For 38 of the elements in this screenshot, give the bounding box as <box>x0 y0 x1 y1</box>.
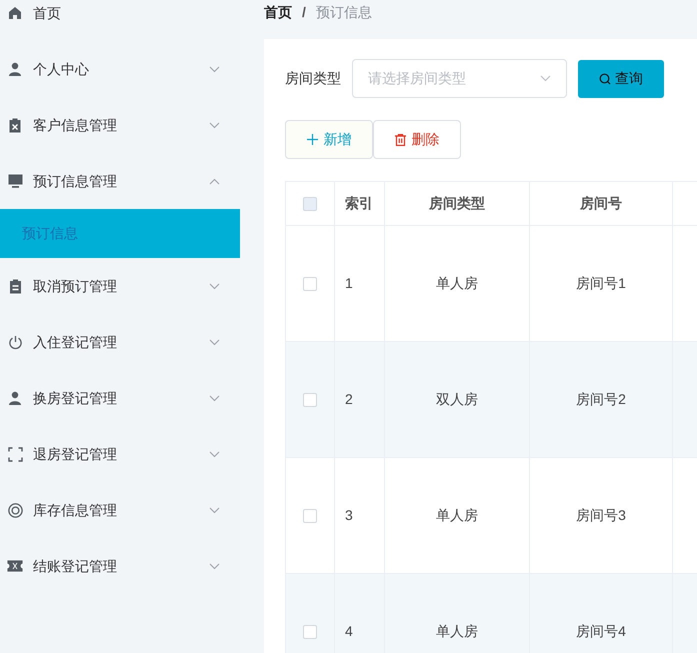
table-cell: 4 <box>335 574 385 653</box>
checkbox[interactable] <box>303 196 317 210</box>
clipboard-icon <box>8 118 22 132</box>
home-icon <box>8 6 22 20</box>
menu-item[interactable]: 个人中心 <box>0 41 240 97</box>
breadcrumb-current: 预订信息 <box>316 3 372 22</box>
menu-item[interactable]: 库存信息管理 <box>0 482 240 538</box>
menu-item[interactable]: 预订信息管理 <box>0 153 240 209</box>
scan-frame-icon <box>8 446 22 462</box>
plus-icon <box>306 134 318 145</box>
checkbox[interactable] <box>303 276 317 290</box>
table-cell: 房间号4 <box>530 574 673 653</box>
search-button[interactable]: 查询 <box>578 60 664 98</box>
lifebuoy-icon <box>8 502 22 518</box>
ticket-icon <box>7 560 23 572</box>
menu-item[interactable]: 客户信息管理 <box>0 97 240 153</box>
menu-item[interactable]: 首页 <box>0 0 240 41</box>
breadcrumb-separator: / <box>302 3 306 22</box>
menu-item[interactable]: 结账登记管理 <box>0 538 240 594</box>
chevron-down-icon <box>540 75 551 82</box>
checkbox[interactable] <box>303 624 317 638</box>
monitor-icon <box>8 174 22 188</box>
power-icon <box>8 334 22 350</box>
table-cell: 单人房 <box>385 574 530 653</box>
menu-item[interactable]: 入住登记管理 <box>0 314 240 370</box>
checkbox[interactable] <box>303 508 317 522</box>
trash-icon <box>394 134 406 146</box>
user-icon <box>8 391 22 405</box>
search-icon <box>599 72 611 84</box>
clipboard-icon <box>8 278 22 294</box>
menu-item[interactable]: 退房登记管理 <box>0 426 240 482</box>
menu-item[interactable]: 换房登记管理 <box>0 370 240 426</box>
delete-button[interactable]: 删除 <box>373 120 461 159</box>
filter-label: 房间类型 <box>285 69 342 88</box>
breadcrumb-link[interactable]: 首页 <box>264 2 292 23</box>
user-icon <box>8 62 22 76</box>
checkbox[interactable] <box>303 392 317 406</box>
menu-item[interactable]: 取消预订管理 <box>0 258 240 314</box>
